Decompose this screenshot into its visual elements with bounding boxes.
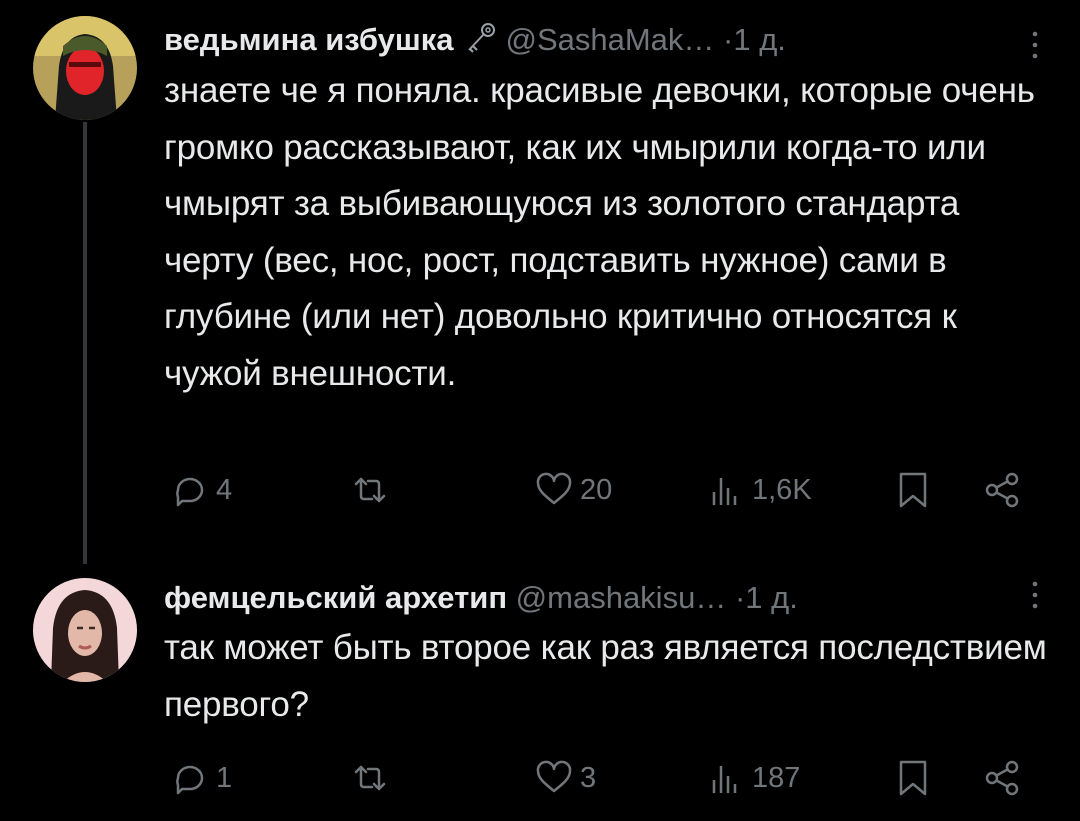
share-button[interactable] bbox=[982, 758, 1022, 798]
view-count: 1,6K bbox=[752, 473, 812, 506]
reply-button[interactable]: 1 bbox=[170, 758, 232, 798]
reply-count: 1 bbox=[216, 761, 233, 794]
author-handle[interactable]: @SashaMak… bbox=[505, 22, 714, 57]
reply-icon bbox=[176, 477, 204, 507]
views-button[interactable]: 187 bbox=[706, 758, 800, 798]
views-button[interactable]: 1,6K bbox=[706, 470, 812, 510]
separator: · bbox=[723, 22, 734, 57]
key-icon bbox=[463, 20, 499, 56]
views-bar-chart-icon bbox=[712, 766, 737, 793]
retweet-icon bbox=[354, 765, 386, 791]
reply-button[interactable]: 4 bbox=[170, 470, 232, 510]
like-button[interactable]: 3 bbox=[534, 758, 596, 798]
share-icon bbox=[985, 760, 1019, 796]
bookmark-button[interactable] bbox=[893, 758, 933, 798]
timestamp[interactable]: 1 д. bbox=[733, 22, 786, 57]
tweet-header: ведьмина избушка @SashaMak… ·1 д. bbox=[164, 18, 1040, 62]
more-options-icon[interactable] bbox=[1030, 30, 1040, 65]
like-button[interactable]: 20 bbox=[534, 470, 612, 510]
tweet-text: так может быть второе как раз является п… bbox=[164, 628, 1047, 724]
like-count: 20 bbox=[580, 473, 613, 506]
separator: · bbox=[734, 580, 746, 615]
bookmark-icon bbox=[899, 760, 927, 796]
views-bar-chart-icon bbox=[712, 478, 737, 505]
retweet-button[interactable] bbox=[350, 470, 396, 510]
bookmark-button[interactable] bbox=[893, 470, 933, 510]
heart-icon bbox=[536, 472, 572, 505]
author-handle[interactable]: @mashakisu… bbox=[516, 580, 727, 615]
share-icon bbox=[985, 472, 1019, 508]
retweet-icon bbox=[354, 477, 386, 503]
author-name[interactable]: фемцельский архетип bbox=[164, 580, 507, 615]
bookmark-icon bbox=[899, 472, 927, 508]
heart-icon bbox=[536, 760, 572, 793]
tweet-actions: 1 3 187 bbox=[0, 758, 1080, 808]
tweet-header: фемцельский архетип @mashakisu… ·1 д. bbox=[164, 576, 1040, 620]
like-count: 3 bbox=[580, 761, 597, 794]
tweet-actions: 4 20 1,6K bbox=[0, 470, 1080, 520]
avatar[interactable] bbox=[33, 16, 137, 120]
view-count: 187 bbox=[752, 761, 801, 794]
timestamp[interactable]: 1 д. bbox=[745, 580, 798, 615]
more-options-icon[interactable] bbox=[1030, 580, 1040, 615]
tweet-text: знаете че я поняла. красивые девочки, ко… bbox=[164, 71, 1035, 393]
share-button[interactable] bbox=[982, 470, 1022, 510]
reply-count: 4 bbox=[216, 473, 233, 506]
author-name[interactable]: ведьмина избушка bbox=[164, 22, 453, 57]
reply-icon bbox=[176, 765, 204, 795]
retweet-button[interactable] bbox=[350, 758, 396, 798]
avatar[interactable] bbox=[33, 578, 137, 682]
